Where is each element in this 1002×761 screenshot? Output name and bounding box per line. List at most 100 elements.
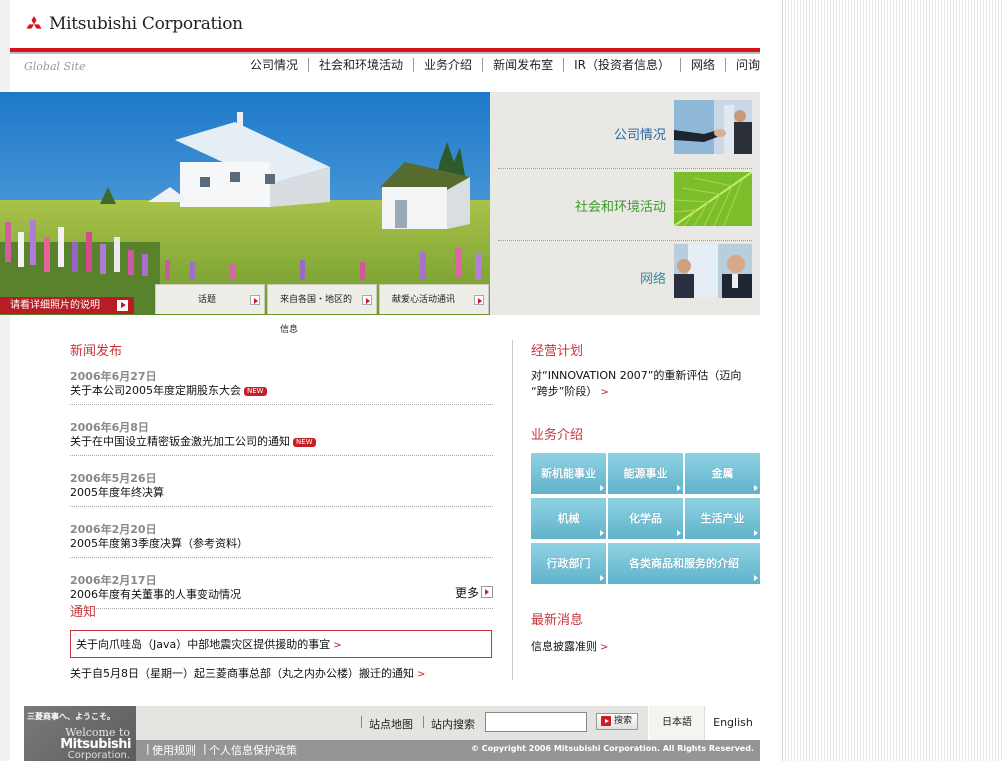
handshake-image (674, 100, 752, 154)
terms-link[interactable]: 使用规则 (152, 742, 196, 758)
news-item[interactable]: 2006年6月8日 关于在中国设立精密钣金激光加工公司的通知 NEW (70, 405, 493, 456)
arrow-right-icon (362, 295, 372, 305)
copyright: © Copyright 2006 Mitsubishi Corporation.… (470, 744, 754, 753)
news-item[interactable]: 2006年5月26日 2005年度年终决算 (70, 456, 493, 507)
separator: | (203, 742, 207, 755)
top-nav: 公司情况 社会和环境活动 业务介绍 新闻发布室 IR（投资者信息） 网络 问询 (160, 58, 760, 72)
tab-charity-news-label: 献爱心活动通讯 (392, 295, 456, 305)
business-new-functions[interactable]: 新机能事业 (531, 453, 606, 494)
footer-toolbar: 站点地图 站内搜索 搜索 日本語 English (136, 706, 761, 740)
photo-caption-link[interactable]: 请看详细照片的说明 (0, 297, 134, 314)
more-news-link[interactable]: 更多 (455, 584, 493, 601)
feature-network-label: 网络 (639, 272, 666, 287)
news-column: 新闻发布 2006年6月27日 关于本公司2005年度定期股东大会 NEW 200… (70, 340, 493, 680)
plan-title: 经营计划 (531, 344, 584, 359)
sitemap-link[interactable]: 站点地图 (369, 716, 413, 732)
arrow-right-icon (481, 586, 493, 598)
latest-title: 最新消息 (531, 613, 584, 628)
notice-text: 关于自5月8日（星期一）起三菱商事总部（丸之内办公楼）搬迁的通知 (70, 667, 414, 680)
latest-text: 信息披露准则 (531, 640, 597, 653)
nav-business[interactable]: 业务介绍 (413, 58, 482, 72)
notice-text: 关于向爪哇岛（Java）中部地震灾区提供援助的事宜 (76, 638, 331, 651)
nav-news[interactable]: 新闻发布室 (482, 58, 563, 72)
footer-bottom-bar: | 使用规则 | 个人信息保护政策 © Copyright 2006 Mitsu… (136, 740, 760, 761)
nav-ir[interactable]: IR（投资者信息） (563, 58, 680, 72)
news-text[interactable]: 关于本公司2005年度定期股东大会 (70, 384, 241, 397)
global-site-label[interactable]: Global Site (24, 60, 86, 73)
tab-topics[interactable]: 话题 (155, 284, 265, 314)
notice-item-highlighted[interactable]: 关于向爪哇岛（Java）中部地震灾区提供援助的事宜 > (70, 630, 492, 658)
logo[interactable]: Mitsubishi Corporation (25, 14, 243, 34)
business-living[interactable]: 生活产业 (685, 498, 760, 539)
search-input[interactable] (485, 712, 587, 732)
business-metals[interactable]: 金属 (685, 453, 760, 494)
business-products-services[interactable]: 各类商品和服务的介绍 (608, 543, 760, 584)
news-date: 2006年5月26日 (70, 472, 157, 485)
business-machinery[interactable]: 机械 (531, 498, 606, 539)
leaf-image (674, 172, 752, 226)
new-badge: NEW (244, 387, 267, 396)
tab-charity-news[interactable]: 献爱心活动通讯 (379, 284, 489, 314)
separator: | (146, 742, 150, 755)
nav-network[interactable]: 网络 (679, 58, 725, 72)
nav-contact[interactable]: 问询 (724, 58, 760, 72)
three-diamonds-icon (26, 15, 42, 29)
notice-item[interactable]: 关于自5月8日（星期一）起三菱商事总部（丸之内办公楼）搬迁的通知 > (70, 665, 425, 681)
notice-title: 通知 (70, 605, 97, 620)
background-stripes (782, 0, 1002, 761)
news-text[interactable]: 2005年度第3季度决算（参考资料） (70, 536, 493, 551)
arrow-right-icon (474, 295, 484, 305)
separator (423, 716, 424, 728)
arrow-right-icon (117, 300, 128, 311)
privacy-link[interactable]: 个人信息保护政策 (209, 742, 297, 758)
tab-regional-info-label: 来自各国・地区的信息 (280, 295, 353, 335)
photo-caption-label: 请看详细照片的说明 (10, 300, 100, 311)
news-date: 2006年2月17日 (70, 574, 157, 587)
people-image (674, 244, 752, 298)
chevron-right-icon: > (600, 642, 609, 653)
news-date: 2006年2月20日 (70, 523, 157, 536)
business-admin[interactable]: 行政部门 (531, 543, 606, 584)
nav-company[interactable]: 公司情况 (240, 58, 308, 72)
feature-company[interactable]: 公司情况 (498, 96, 752, 169)
business-chemicals[interactable]: 化学品 (608, 498, 683, 539)
header-grey-bar (10, 52, 760, 54)
chevron-right-icon: > (417, 669, 426, 680)
new-badge: NEW (293, 438, 316, 447)
separator (361, 716, 362, 728)
news-item[interactable]: 2006年6月27日 关于本公司2005年度定期股东大会 NEW (70, 354, 493, 405)
arrow-right-icon (250, 295, 260, 305)
plan-line-1: 对“INNOVATION 2007”的重新评估（迈向 (531, 369, 742, 382)
news-text[interactable]: 关于在中国设立精密钣金激光加工公司的通知 (70, 435, 290, 448)
news-date: 2006年6月27日 (70, 370, 157, 383)
right-column: 经营计划 对“INNOVATION 2007”的重新评估（迈向 “跨步”阶段） >… (531, 340, 760, 653)
feature-company-label: 公司情况 (613, 128, 666, 143)
footer-logo[interactable]: 三菱商事へ、ようこそ。 Welcome to Mitsubishi Corpor… (24, 706, 136, 761)
business-energy[interactable]: 能源事业 (608, 453, 683, 494)
chevron-right-icon: > (600, 387, 609, 398)
news-date: 2006年6月8日 (70, 421, 149, 434)
brand-name: Mitsubishi Corporation (49, 14, 243, 34)
plan-link[interactable]: 对“INNOVATION 2007”的重新评估（迈向 “跨步”阶段） > (531, 368, 760, 401)
news-item[interactable]: 2006年2月17日 2006年度有关董事的人事变动情况 (70, 558, 493, 609)
lang-english-button[interactable]: English (704, 706, 761, 740)
news-text[interactable]: 2006年度有关董事的人事变动情况 (70, 587, 493, 602)
lang-japanese-button[interactable]: 日本語 (648, 706, 705, 740)
column-divider (512, 340, 513, 680)
business-grid: 新机能事业 能源事业 金属 机械 化学品 生活产业 行政部门 各类商品和服务的介… (531, 453, 760, 584)
footer-logo-jp: 三菱商事へ、ようこそ。 (27, 712, 115, 721)
feature-panel: 公司情况 社会和环境活动 网络 (490, 92, 760, 315)
search-button[interactable]: 搜索 (596, 713, 638, 730)
tab-regional-info[interactable]: 来自各国・地区的信息 (267, 284, 377, 335)
feature-csr[interactable]: 社会和环境活动 (498, 168, 752, 241)
hero-tabs: 话题 来自各国・地区的信息 献爱心活动通讯 (155, 284, 491, 335)
more-label: 更多 (454, 586, 479, 600)
news-item[interactable]: 2006年2月20日 2005年度第3季度决算（参考资料） (70, 507, 493, 558)
feature-network[interactable]: 网络 (498, 240, 752, 312)
business-title: 业务介绍 (531, 428, 584, 443)
nav-csr[interactable]: 社会和环境活动 (308, 58, 413, 72)
feature-csr-label: 社会和环境活动 (574, 200, 666, 215)
hero-image (0, 92, 490, 315)
news-text[interactable]: 2005年度年终决算 (70, 485, 493, 500)
latest-item[interactable]: 信息披露准则 > (531, 638, 608, 654)
